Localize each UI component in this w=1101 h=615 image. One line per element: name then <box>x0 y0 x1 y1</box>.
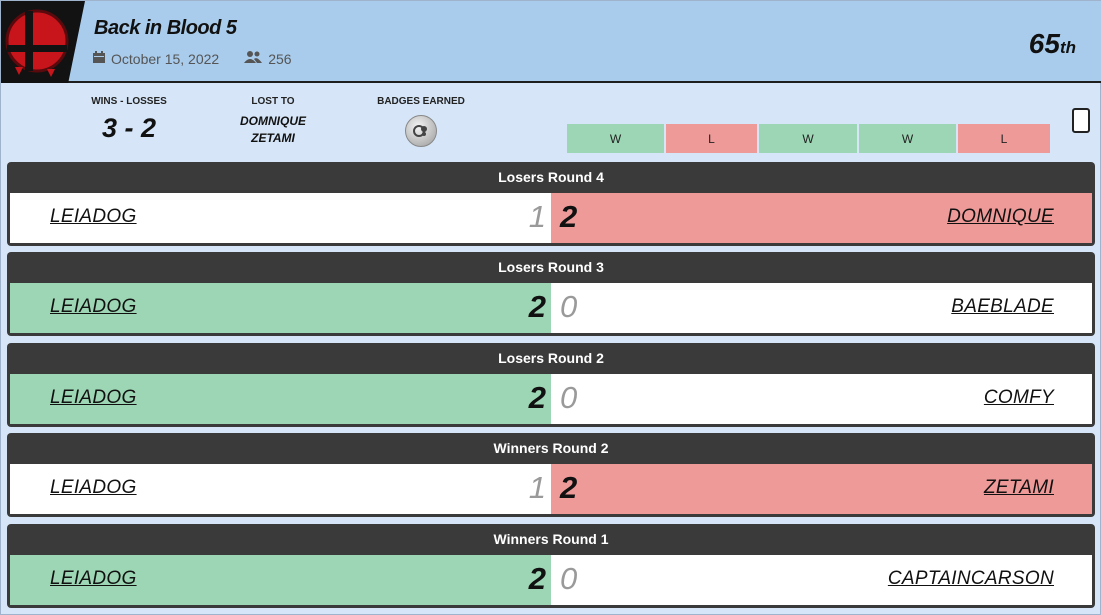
match-row: LEIADOG 1 2 ZETAMI <box>10 464 1092 514</box>
result-chip: W <box>859 124 956 153</box>
player-name[interactable]: LEIADOG <box>50 477 137 499</box>
event-meta: October 15, 2022 256 <box>92 50 292 67</box>
match-card: Losers Round 2 LEIADOG 2 0 COMFY <box>7 343 1095 427</box>
wins-losses-label: WINS - LOSSES <box>91 96 167 107</box>
opponent-score: 2 <box>560 199 578 234</box>
opponent-score: 0 <box>560 289 578 324</box>
opponent-name[interactable]: DOMNIQUE <box>947 206 1054 228</box>
result-chip: W <box>759 124 857 153</box>
player-name[interactable]: LEIADOG <box>50 296 137 318</box>
opponent-score: 2 <box>560 470 578 505</box>
wins-losses-value: 3 - 2 <box>101 113 157 143</box>
lost-to-player[interactable]: ZETAMI <box>223 130 323 147</box>
match-card: Winners Round 1 LEIADOG 2 0 CAPTAINCARSO… <box>7 524 1095 608</box>
player-name[interactable]: LEIADOG <box>50 206 137 228</box>
player-score: 2 <box>528 289 546 324</box>
opponent-name[interactable]: CAPTAINCARSON <box>888 568 1054 590</box>
round-label: Losers Round 3 <box>498 259 604 275</box>
player-side: LEIADOG 2 <box>10 283 551 333</box>
event-title[interactable]: Back in Blood 5 <box>94 17 237 40</box>
opponent-side: 2 ZETAMI <box>551 464 1092 514</box>
player-score: 1 <box>528 470 546 505</box>
player-name[interactable]: LEIADOG <box>50 387 137 409</box>
round-label: Losers Round 2 <box>498 350 604 366</box>
smash-logo-icon <box>1 1 85 83</box>
expand-toggle[interactable] <box>1072 108 1090 133</box>
round-label: Winners Round 2 <box>493 440 609 456</box>
player-side: LEIADOG 2 <box>10 555 551 605</box>
event-date: October 15, 2022 <box>111 50 220 67</box>
match-row: LEIADOG 1 2 DOMNIQUE <box>10 193 1092 243</box>
placement: 65th <box>1029 28 1076 60</box>
opponent-score: 0 <box>560 380 578 415</box>
result-chip: L <box>958 124 1050 153</box>
opponent-side: 0 BAEBLADE <box>551 283 1092 333</box>
match-card: Losers Round 4 LEIADOG 1 2 DOMNIQUE <box>7 162 1095 246</box>
placement-number: 65 <box>1028 28 1060 59</box>
player-name[interactable]: LEIADOG <box>50 568 137 590</box>
opponent-name[interactable]: ZETAMI <box>984 477 1054 499</box>
users-icon <box>243 50 263 67</box>
event-header: Back in Blood 5 October 15, 2022 256 65t… <box>1 1 1101 83</box>
player-score: 2 <box>528 380 546 415</box>
player-score: 1 <box>528 199 546 234</box>
opponent-side: 0 COMFY <box>551 374 1092 424</box>
lost-to-label: LOST TO <box>251 96 295 107</box>
match-row: LEIADOG 2 0 BAEBLADE <box>10 283 1092 333</box>
player-score: 2 <box>528 561 546 596</box>
badges-label: BADGES EARNED <box>377 96 465 107</box>
result-chip: W <box>567 124 664 153</box>
round-label: Winners Round 1 <box>493 531 609 547</box>
lost-to-player[interactable]: DOMNIQUE <box>223 113 323 130</box>
badge-icon[interactable] <box>405 115 437 147</box>
calendar-icon <box>92 50 106 67</box>
player-side: LEIADOG 2 <box>10 374 551 424</box>
round-label: Losers Round 4 <box>498 169 604 185</box>
match-row: LEIADOG 2 0 COMFY <box>10 374 1092 424</box>
placement-suffix: th <box>1059 38 1076 57</box>
match-card: Losers Round 3 LEIADOG 2 0 BAEBLADE <box>7 252 1095 336</box>
opponent-name[interactable]: BAEBLADE <box>951 296 1054 318</box>
opponent-score: 0 <box>560 561 578 596</box>
opponent-side: 2 DOMNIQUE <box>551 193 1092 243</box>
match-card: Winners Round 2 LEIADOG 1 2 ZETAMI <box>7 433 1095 517</box>
lost-to-list: DOMNIQUE ZETAMI <box>223 113 323 147</box>
result-chip: L <box>666 124 757 153</box>
results-strip: W L W W L <box>567 124 1052 153</box>
entrants-count: 256 <box>268 50 292 67</box>
opponent-name[interactable]: COMFY <box>984 387 1054 409</box>
match-row: LEIADOG 2 0 CAPTAINCARSON <box>10 555 1092 605</box>
player-event-card: Back in Blood 5 October 15, 2022 256 65t… <box>0 0 1101 615</box>
opponent-side: 0 CAPTAINCARSON <box>551 555 1092 605</box>
player-side: LEIADOG 1 <box>10 464 551 514</box>
player-side: LEIADOG 1 <box>10 193 551 243</box>
